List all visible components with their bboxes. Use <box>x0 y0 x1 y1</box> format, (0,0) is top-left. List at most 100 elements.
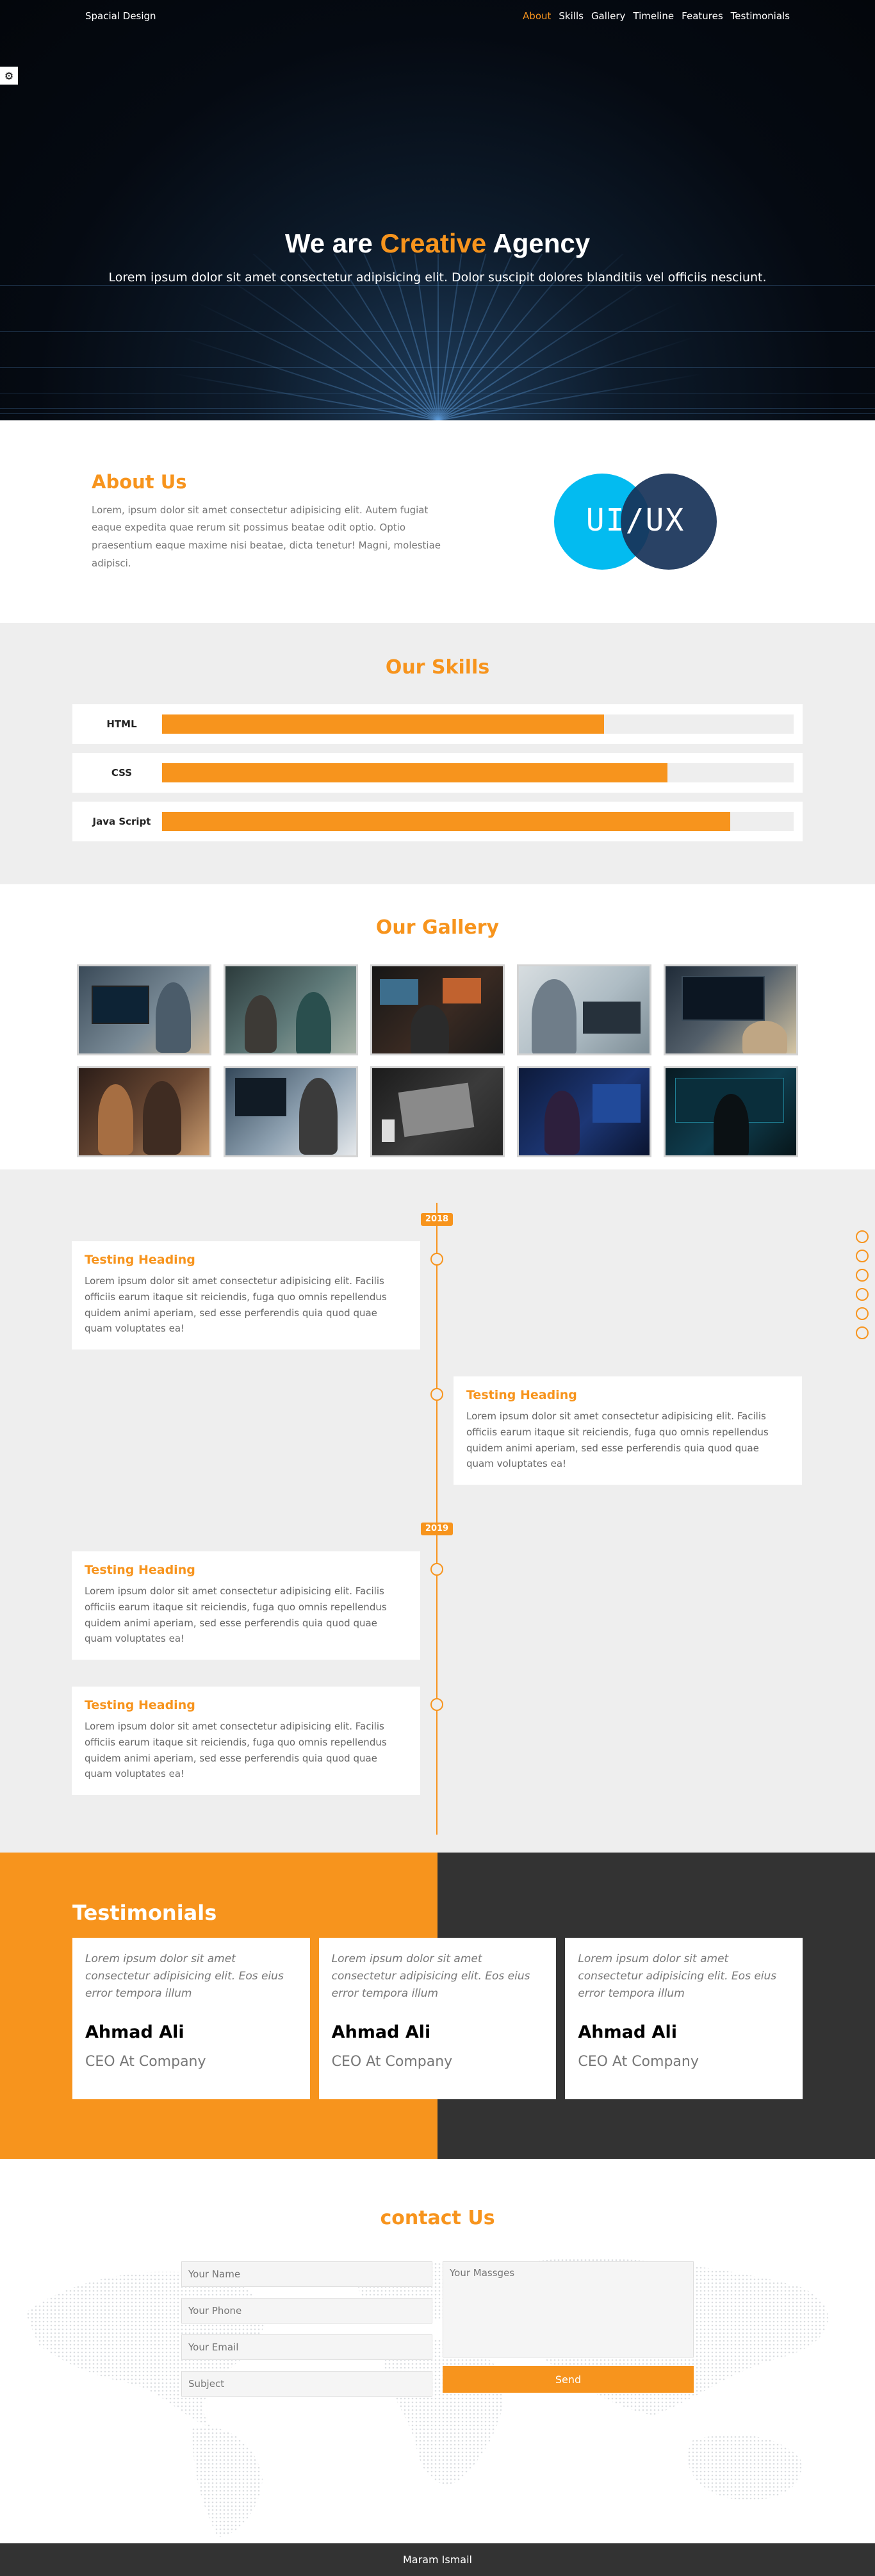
timeline-card: Testing Heading Lorem ipsum dolor sit am… <box>72 1687 420 1795</box>
skills-section: Our Skills HTML CSS Java Script <box>0 623 875 884</box>
skill-row: CSS <box>72 753 803 793</box>
nav-bullet[interactable] <box>856 1230 869 1243</box>
gallery-image[interactable] <box>224 964 358 1055</box>
nav-link-skills[interactable]: Skills <box>559 10 584 22</box>
nav-link-features[interactable]: Features <box>682 10 723 22</box>
name-field[interactable] <box>181 2261 432 2287</box>
contact-title: contact Us <box>380 2207 495 2229</box>
testimonial-quote: Lorem ipsum dolor sit amet consectetur a… <box>331 1953 530 2001</box>
skill-name: CSS <box>111 767 133 779</box>
timeline-card-heading: Testing Heading <box>85 1253 195 1267</box>
skill-progress-track <box>162 714 794 734</box>
gallery-section: Our Gallery <box>0 884 875 1169</box>
subject-field[interactable] <box>181 2371 432 2397</box>
about-description: Lorem, ipsum dolor sit amet consectetur … <box>92 504 441 569</box>
timeline-card-text: Lorem ipsum dolor sit amet consectetur a… <box>466 1410 769 1470</box>
timeline-year: 2019 <box>421 1523 453 1535</box>
testimonial-card: Lorem ipsum dolor sit amet consectetur a… <box>72 1938 310 2099</box>
message-field[interactable] <box>443 2261 694 2357</box>
timeline-card-text: Lorem ipsum dolor sit amet consectetur a… <box>85 1721 387 1780</box>
gear-icon: ⚙ <box>4 69 14 82</box>
gallery-image[interactable] <box>664 964 798 1055</box>
skill-progress-track <box>162 763 794 782</box>
nav-bullet[interactable] <box>856 1288 869 1301</box>
skill-row: HTML <box>72 704 803 744</box>
hero-grid-line <box>0 331 875 332</box>
gallery-image[interactable] <box>77 964 211 1055</box>
gallery-image[interactable] <box>370 964 505 1055</box>
landing-subtitle: Lorem ipsum dolor sit amet consectetur a… <box>108 270 767 285</box>
skill-progress-fill <box>162 812 731 831</box>
skill-name: HTML <box>106 718 137 730</box>
timeline-card: Testing Heading Lorem ipsum dolor sit am… <box>454 1376 802 1485</box>
nav-bullet[interactable] <box>856 1269 869 1282</box>
testimonial-card: Lorem ipsum dolor sit amet consectetur a… <box>565 1938 803 2099</box>
gallery-image[interactable] <box>224 1066 358 1157</box>
about-image: UI/UX <box>554 474 717 570</box>
testimonial-name: Ahmad Ali <box>578 2022 677 2042</box>
testimonial-name: Ahmad Ali <box>331 2022 431 2042</box>
send-button[interactable]: Send <box>443 2366 694 2393</box>
email-field[interactable] <box>181 2334 432 2360</box>
hero-grid-line <box>0 413 875 414</box>
about-section: About Us Lorem, ipsum dolor sit amet con… <box>0 420 875 623</box>
gallery-image[interactable] <box>77 1066 211 1157</box>
nav-link-testimonials[interactable]: Testimonials <box>731 10 790 22</box>
skill-progress-fill <box>162 714 605 734</box>
testimonial-name: Ahmad Ali <box>85 2022 184 2042</box>
top-navbar: Spacial Design About Skills Gallery Time… <box>0 0 875 32</box>
landing-section: We are Creative Agency Lorem ipsum dolor… <box>0 0 875 420</box>
testimonial-quote: Lorem ipsum dolor sit amet consectetur a… <box>85 1953 284 2001</box>
gallery-image[interactable] <box>517 1066 651 1157</box>
landing-intro: We are Creative Agency Lorem ipsum dolor… <box>0 228 875 285</box>
nav-link-gallery[interactable]: Gallery <box>591 10 625 22</box>
landing-title-end: Agency <box>493 228 591 258</box>
timeline-card-text: Lorem ipsum dolor sit amet consectetur a… <box>85 1585 387 1645</box>
timeline-section: 2018 Testing Heading Lorem ipsum dolor s… <box>0 1169 875 1853</box>
gallery-image[interactable] <box>664 1066 798 1157</box>
testimonial-quote: Lorem ipsum dolor sit amet consectetur a… <box>578 1953 777 2001</box>
hero-grid-line <box>0 367 875 368</box>
gallery-image[interactable] <box>370 1066 505 1157</box>
skill-progress-track <box>162 812 794 831</box>
landing-title-highlight: Creative <box>380 228 487 258</box>
about-image-text: UI/UX <box>585 502 685 538</box>
timeline-card-text: Lorem ipsum dolor sit amet consectetur a… <box>85 1275 387 1335</box>
contact-form-left <box>181 2261 432 2407</box>
hero-grid-line <box>0 408 875 409</box>
skill-progress-fill <box>162 763 667 782</box>
testimonial-card: Lorem ipsum dolor sit amet consectetur a… <box>318 1938 557 2099</box>
timeline-dot <box>430 1388 443 1401</box>
contact-form-right: Send <box>443 2261 694 2407</box>
testimonial-job-title: CEO At Company <box>578 2053 699 2070</box>
timeline-card: Testing Heading Lorem ipsum dolor sit am… <box>72 1241 420 1350</box>
gallery-image[interactable] <box>517 964 651 1055</box>
timeline-card: Testing Heading Lorem ipsum dolor sit am… <box>72 1551 420 1660</box>
skill-name: Java Script <box>92 816 151 827</box>
contact-section: contact Us Send <box>0 2159 875 2543</box>
hero-grid-line <box>0 285 875 286</box>
timeline-dot <box>430 1698 443 1711</box>
timeline-card-heading: Testing Heading <box>466 1388 577 1402</box>
contact-form: Send <box>181 2261 694 2407</box>
timeline-year: 2018 <box>421 1213 453 1226</box>
timeline-dot <box>430 1563 443 1576</box>
settings-toggle-button[interactable]: ⚙ <box>0 67 18 85</box>
testimonial-job-title: CEO At Company <box>331 2053 453 2070</box>
site-logo[interactable]: Spacial Design <box>85 10 156 22</box>
about-text-block: About Us Lorem, ipsum dolor sit amet con… <box>92 471 450 573</box>
nav-bullet[interactable] <box>856 1326 869 1339</box>
nav-bullets <box>856 1230 869 1339</box>
nav-bullet[interactable] <box>856 1250 869 1262</box>
testimonial-job-title: CEO At Company <box>85 2053 206 2070</box>
nav-link-about[interactable]: About <box>523 10 551 22</box>
gallery-grid <box>0 964 875 1157</box>
timeline-line <box>436 1203 438 1835</box>
phone-field[interactable] <box>181 2298 432 2324</box>
timeline-card-heading: Testing Heading <box>85 1563 195 1577</box>
timeline-card-heading: Testing Heading <box>85 1698 195 1712</box>
landing-title: We are Creative Agency <box>0 228 875 259</box>
nav-bullet[interactable] <box>856 1307 869 1320</box>
nav-link-timeline[interactable]: Timeline <box>633 10 674 22</box>
skills-title: Our Skills <box>385 656 490 679</box>
